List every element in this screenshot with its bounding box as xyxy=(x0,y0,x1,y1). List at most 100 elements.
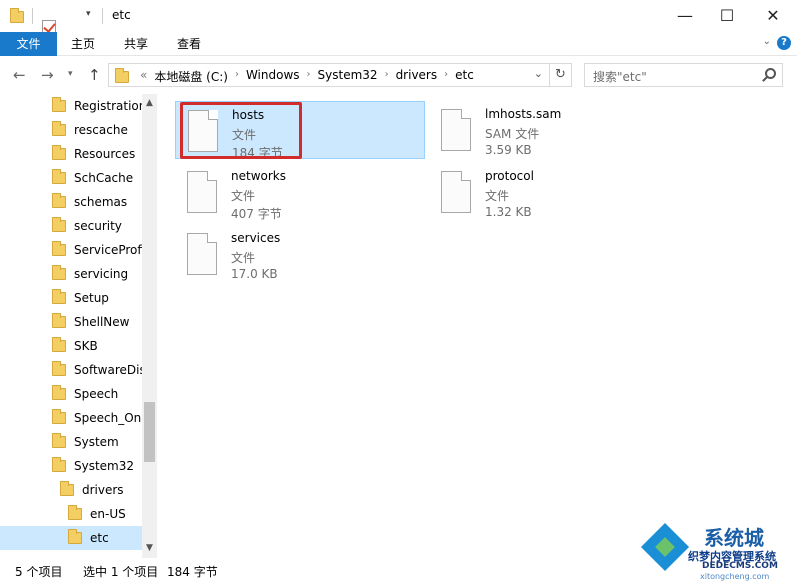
folder-icon xyxy=(52,409,66,424)
file-item-protocol[interactable]: protocol 文件 1.32 KB xyxy=(429,163,679,221)
breadcrumb-item[interactable]: Windows xyxy=(242,68,304,85)
file-list[interactable]: hosts 文件 184 字节 lmhosts.sam SAM 文件 3.59 … xyxy=(163,94,797,558)
tree-item-system[interactable]: System xyxy=(0,430,142,454)
tab-share[interactable]: 共享 xyxy=(113,32,159,56)
up-arrow-icon[interactable]: ↑ xyxy=(88,66,101,84)
folder-icon xyxy=(10,8,24,23)
ribbon-tabs: 文件 主页 共享 查看 ⌄ ? xyxy=(0,32,797,56)
file-size: 407 字节 xyxy=(231,207,282,221)
quick-access-dropdown-icon[interactable]: ▾ xyxy=(86,9,91,19)
breadcrumb-chevron-icon[interactable]: › xyxy=(441,68,451,85)
tree-item-serviceprofiles[interactable]: ServiceProfil xyxy=(0,238,142,262)
watermark: 系统城 织梦内容管理系统 DEDECMS.COM xitongcheng.com xyxy=(640,520,797,582)
navigation-scrollbar[interactable]: ▲ ▼ xyxy=(142,94,157,558)
tree-item-skb[interactable]: SKB xyxy=(0,334,142,358)
tree-item-security[interactable]: security xyxy=(0,214,142,238)
forward-arrow-icon[interactable]: → xyxy=(41,66,54,84)
tree-item-setup[interactable]: Setup xyxy=(0,286,142,310)
tree-item-system32[interactable]: System32 xyxy=(0,454,142,478)
file-name: protocol xyxy=(485,169,534,183)
folder-icon xyxy=(52,265,66,280)
file-icon xyxy=(187,171,217,213)
address-bar[interactable]: « 本地磁盘 (C:) › Windows › System32 › drive… xyxy=(108,63,550,87)
refresh-icon[interactable]: ↻ xyxy=(550,63,572,87)
file-name: lmhosts.sam xyxy=(485,107,562,121)
tree-item-speech-onecore[interactable]: Speech_One xyxy=(0,406,142,430)
tree-item-schcache[interactable]: SchCache xyxy=(0,166,142,190)
expand-ribbon-icon[interactable]: ⌄ xyxy=(763,36,771,47)
file-type: 文件 xyxy=(231,251,256,265)
breadcrumb-overflow[interactable]: « xyxy=(137,68,150,85)
folder-icon xyxy=(52,193,66,208)
file-item-networks[interactable]: networks 文件 407 字节 xyxy=(175,163,425,221)
breadcrumb-item[interactable]: etc xyxy=(451,68,478,85)
minimize-button[interactable]: — xyxy=(662,0,708,30)
scroll-up-icon[interactable]: ▲ xyxy=(142,96,157,111)
file-icon xyxy=(187,233,217,275)
close-button[interactable]: ✕ xyxy=(750,0,796,30)
tree-item-speech[interactable]: Speech xyxy=(0,382,142,406)
window-title: etc xyxy=(112,8,131,22)
breadcrumb-item[interactable]: System32 xyxy=(314,68,382,85)
navigation-pane[interactable]: Registration rescache Resources SchCache… xyxy=(0,94,157,558)
tree-item-resources[interactable]: Resources xyxy=(0,142,142,166)
file-name: services xyxy=(231,231,281,245)
folder-icon xyxy=(60,481,74,496)
watermark-text: DEDECMS.COM xyxy=(702,561,778,571)
tree-item-shellnew[interactable]: ShellNew xyxy=(0,310,142,334)
scroll-down-icon[interactable]: ▼ xyxy=(142,541,157,556)
folder-icon xyxy=(115,68,129,83)
tab-view[interactable]: 查看 xyxy=(166,32,212,56)
status-selection-size: 184 字节 xyxy=(167,565,218,579)
file-type: SAM 文件 xyxy=(485,127,540,141)
separator xyxy=(102,8,103,24)
scroll-thumb[interactable] xyxy=(144,402,155,462)
help-icon[interactable]: ? xyxy=(777,36,791,50)
tree-item-softwaredistribution[interactable]: SoftwareDist xyxy=(0,358,142,382)
watermark-text: 系统城 xyxy=(704,526,764,550)
folder-icon xyxy=(52,97,66,112)
maximize-button[interactable]: ☐ xyxy=(704,0,750,30)
tree-item-rescache[interactable]: rescache xyxy=(0,118,142,142)
annotation-highlight-box xyxy=(180,102,302,159)
breadcrumb: « 本地磁盘 (C:) › Windows › System32 › drive… xyxy=(137,68,478,85)
folder-icon xyxy=(68,505,82,520)
back-arrow-icon[interactable]: ← xyxy=(13,66,26,84)
folder-icon xyxy=(52,385,66,400)
breadcrumb-chevron-icon[interactable]: › xyxy=(304,68,314,85)
folder-icon xyxy=(68,529,82,544)
tree-item-drivers[interactable]: drivers xyxy=(0,478,142,502)
folder-icon xyxy=(52,337,66,352)
status-selection: 选中 1 个项目 xyxy=(83,565,159,579)
file-icon xyxy=(441,171,471,213)
folder-icon xyxy=(52,145,66,160)
tree-item-servicing[interactable]: servicing xyxy=(0,262,142,286)
search-input[interactable]: 搜索"etc" xyxy=(584,63,783,87)
folder-icon xyxy=(52,313,66,328)
folder-icon xyxy=(52,457,66,472)
search-icon[interactable] xyxy=(765,68,776,79)
folder-icon xyxy=(52,361,66,376)
tree-item-schemas[interactable]: schemas xyxy=(0,190,142,214)
tree-item-registration[interactable]: Registration xyxy=(0,94,142,118)
tab-home[interactable]: 主页 xyxy=(60,32,106,56)
file-size: 1.32 KB xyxy=(485,205,532,219)
file-item-lmhosts[interactable]: lmhosts.sam SAM 文件 3.59 KB xyxy=(429,101,679,159)
separator xyxy=(32,8,33,24)
file-item-services[interactable]: services 文件 17.0 KB xyxy=(175,225,425,283)
file-icon xyxy=(441,109,471,151)
breadcrumb-item[interactable]: drivers xyxy=(392,68,442,85)
breadcrumb-chevron-icon[interactable]: › xyxy=(382,68,392,85)
folder-icon xyxy=(52,217,66,232)
tab-file[interactable]: 文件 xyxy=(0,32,57,56)
folder-icon xyxy=(52,169,66,184)
breadcrumb-chevron-icon[interactable]: › xyxy=(232,68,242,85)
tree-item-en-us[interactable]: en-US xyxy=(0,502,142,526)
search-placeholder: 搜索"etc" xyxy=(593,70,647,84)
tree-item-etc[interactable]: etc xyxy=(0,526,142,550)
folder-icon xyxy=(52,433,66,448)
folder-icon xyxy=(52,241,66,256)
breadcrumb-item[interactable]: 本地磁盘 (C:) xyxy=(150,68,232,85)
recent-locations-icon[interactable]: ▾ xyxy=(68,69,73,79)
address-dropdown-icon[interactable]: ⌄ xyxy=(534,67,543,80)
